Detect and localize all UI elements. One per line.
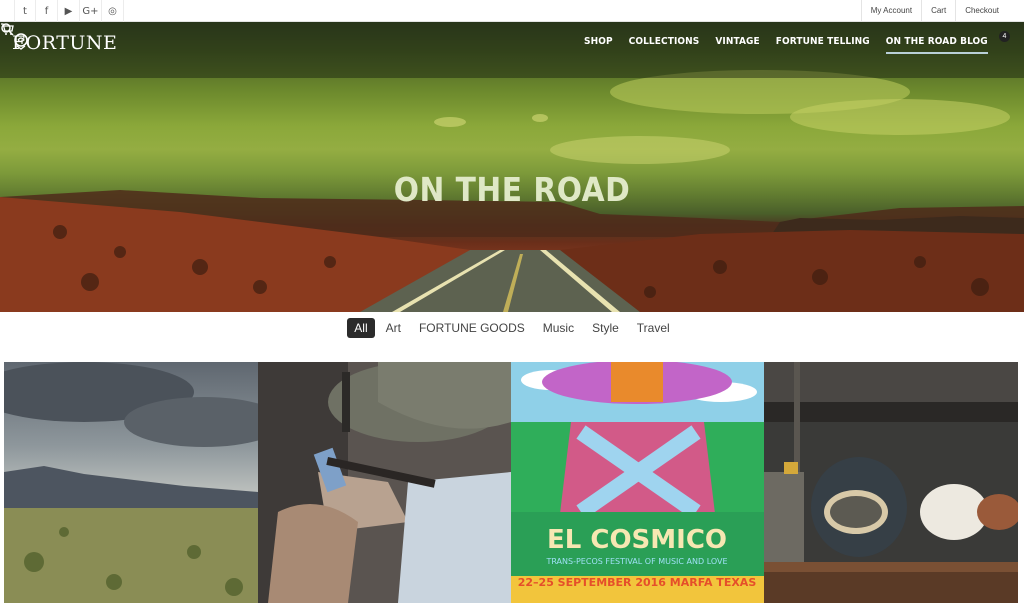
nav-fortune-telling[interactable]: FORTUNE TELLING — [776, 36, 870, 54]
logo[interactable]: FORTUNE — [12, 32, 117, 54]
account-links: My Account Cart Checkout — [860, 0, 1008, 22]
facebook-icon[interactable]: f — [36, 0, 58, 22]
filter-style[interactable]: Style — [585, 318, 626, 338]
post-image-craftsman-stamping — [258, 362, 511, 603]
category-filter: All Art FORTUNE GOODS Music Style Travel — [0, 318, 1024, 338]
nav-collections[interactable]: COLLECTIONS — [629, 36, 700, 54]
filter-art[interactable]: Art — [379, 318, 408, 338]
post-card[interactable] — [764, 362, 1018, 603]
cart-icon[interactable] — [0, 22, 14, 36]
top-bar: t f ▶ G+ ◎ My Account Cart Checkout — [0, 0, 1024, 22]
instagram-icon[interactable]: ◎ — [102, 0, 124, 22]
poster-date: 22–25 SEPTEMBER 2016 MARFA TEXAS — [518, 576, 757, 589]
nav-shop[interactable]: SHOP — [584, 36, 613, 54]
nav-on-the-road-blog[interactable]: ON THE ROAD BLOG — [885, 36, 988, 54]
post-image-helmet-shelf — [764, 362, 1018, 603]
nav-vintage[interactable]: VINTAGE — [715, 36, 759, 54]
post-image-prairie-storm — [4, 362, 258, 603]
filter-all[interactable]: All — [347, 318, 375, 338]
checkout-link[interactable]: Checkout — [955, 0, 1008, 22]
page-title: ON THE ROAD — [393, 170, 631, 209]
post-card[interactable]: EL COSMICO TRANS-PECOS FESTIVAL OF MUSIC… — [511, 362, 764, 603]
filter-travel[interactable]: Travel — [630, 318, 677, 338]
post-card[interactable] — [258, 362, 511, 603]
cart-link[interactable]: Cart — [921, 0, 955, 22]
googleplus-icon[interactable]: G+ — [80, 0, 102, 22]
rose-logo-icon — [14, 33, 28, 50]
youtube-icon[interactable]: ▶ — [58, 0, 80, 22]
cart-count-badge: 4 — [999, 31, 1010, 42]
site-header: FORTUNE SHOP COLLECTIONS VINTAGE FORTUNE… — [0, 22, 1024, 78]
poster-title: EL COSMICO — [547, 525, 727, 555]
social-links: t f ▶ G+ ◎ — [14, 0, 124, 22]
post-card[interactable] — [4, 362, 258, 603]
twitter-icon[interactable]: t — [14, 0, 36, 22]
hero-banner: FORTUNE SHOP COLLECTIONS VINTAGE FORTUNE… — [0, 22, 1024, 312]
filter-music[interactable]: Music — [536, 318, 581, 338]
my-account-link[interactable]: My Account — [860, 0, 921, 22]
post-image-el-cosmico-poster: EL COSMICO TRANS-PECOS FESTIVAL OF MUSIC… — [511, 362, 764, 603]
poster-subtitle: TRANS-PECOS FESTIVAL OF MUSIC AND LOVE — [545, 557, 727, 566]
filter-fortune-goods[interactable]: FORTUNE GOODS — [412, 318, 532, 338]
main-nav: SHOP COLLECTIONS VINTAGE FORTUNE TELLING… — [584, 36, 988, 54]
